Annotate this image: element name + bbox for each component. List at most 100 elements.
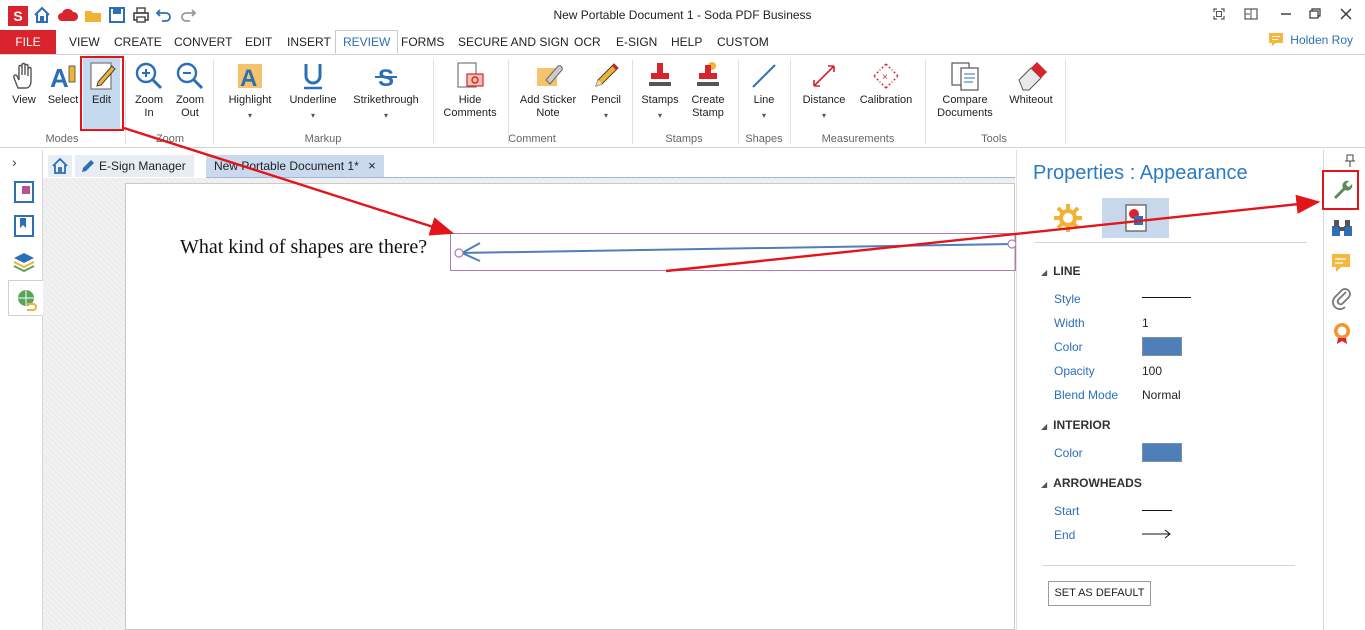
gear-icon[interactable]: [1053, 203, 1083, 233]
open-folder-icon[interactable]: [84, 6, 102, 24]
pin-icon[interactable]: [1344, 154, 1356, 168]
pencil-label: Pencil: [591, 94, 621, 106]
arrowheads-section-header[interactable]: ◢ ARROWHEADS: [1041, 476, 1142, 490]
line-width-value[interactable]: 1: [1142, 316, 1149, 330]
interior-section-header[interactable]: ◢ INTERIOR: [1041, 418, 1111, 432]
tab-insert[interactable]: INSERT: [280, 30, 338, 54]
chevron-down-icon[interactable]: ▾: [744, 109, 784, 122]
user-account[interactable]: Holden Roy: [1268, 31, 1353, 51]
arrow-start-value[interactable]: [1142, 510, 1172, 511]
comments-icon[interactable]: [1330, 251, 1354, 275]
select-mode-button[interactable]: A Select: [44, 58, 82, 128]
tab-edit[interactable]: EDIT: [238, 30, 279, 54]
create-stamp-label-2: Stamp: [692, 107, 724, 119]
group-separator: [925, 60, 926, 144]
chevron-down-icon[interactable]: ▾: [638, 109, 682, 122]
home-tab[interactable]: [48, 155, 72, 177]
attachment-icon[interactable]: [1330, 286, 1354, 310]
line-opacity-value[interactable]: 100: [1142, 364, 1162, 378]
tab-ocr[interactable]: OCR: [567, 30, 608, 54]
line-width-label: Width: [1054, 316, 1085, 330]
strikethrough-button[interactable]: S Strikethrough ▾: [346, 58, 426, 128]
certificate-icon[interactable]: [1330, 321, 1354, 345]
soda-logo-icon[interactable]: S: [8, 6, 28, 26]
line-color-swatch[interactable]: [1142, 337, 1182, 356]
undo-icon[interactable]: [155, 6, 173, 24]
stamp-icon: [649, 63, 671, 86]
wrench-icon[interactable]: [1330, 177, 1354, 201]
set-as-default-button[interactable]: SET AS DEFAULT: [1048, 581, 1151, 606]
tab-help[interactable]: HELP: [664, 30, 709, 54]
whiteout-button[interactable]: Whiteout: [1004, 58, 1058, 128]
home-icon[interactable]: [33, 6, 51, 24]
close-tab-icon[interactable]: ×: [368, 158, 376, 173]
tab-secure-and-sign[interactable]: SECURE AND SIGN: [451, 30, 576, 54]
restore-icon[interactable]: [1305, 5, 1325, 23]
pages-icon[interactable]: [12, 180, 36, 204]
print-icon[interactable]: [132, 6, 150, 24]
compare-documents-button[interactable]: Compare Documents: [932, 58, 998, 128]
compare-documents-icon: [951, 62, 979, 91]
arrow-end-value[interactable]: [1142, 529, 1172, 539]
tab-convert[interactable]: CONVERT: [167, 30, 239, 54]
appearance-icon: [1125, 204, 1147, 232]
layers-icon[interactable]: [12, 249, 36, 273]
layout-icon[interactable]: [1241, 5, 1261, 23]
blend-mode-value[interactable]: Normal: [1142, 388, 1181, 402]
tab-forms[interactable]: FORMS: [394, 30, 451, 54]
links-panel-tab[interactable]: [8, 280, 44, 316]
bookmarks-icon[interactable]: [12, 214, 36, 238]
create-stamp-button[interactable]: Create Stamp: [686, 58, 730, 128]
fullscreen-icon[interactable]: [1209, 5, 1229, 23]
chevron-down-icon[interactable]: ▾: [222, 109, 278, 122]
chevron-down-icon[interactable]: ▾: [284, 109, 342, 122]
chevron-down-icon[interactable]: ▾: [346, 109, 426, 122]
expand-sidebar-icon[interactable]: ›: [12, 154, 17, 170]
tab-current-document[interactable]: New Portable Document 1* ×: [206, 155, 384, 177]
group-separator: [125, 60, 126, 144]
chevron-down-icon[interactable]: ▾: [798, 109, 850, 122]
line-style-value[interactable]: [1142, 297, 1191, 298]
binoculars-icon[interactable]: [1330, 216, 1354, 240]
tab-create[interactable]: CREATE: [107, 30, 169, 54]
zoom-in-button[interactable]: Zoom In: [131, 58, 167, 128]
group-separator: [790, 60, 791, 144]
zoom-out-button[interactable]: Zoom Out: [172, 58, 208, 128]
line-annotation[interactable]: [450, 233, 1016, 271]
pencil-button[interactable]: Pencil ▾: [586, 58, 626, 128]
calibration-button[interactable]: × Calibration: [854, 58, 918, 128]
file-tab[interactable]: FILE: [0, 30, 56, 54]
group-zoom-label: Zoom: [155, 133, 185, 145]
current-document-label: New Portable Document 1*: [214, 159, 359, 173]
zoom-out-icon: [176, 62, 204, 90]
close-icon[interactable]: [1336, 5, 1356, 23]
line-section-label: LINE: [1053, 264, 1081, 278]
view-mode-button[interactable]: View: [6, 58, 42, 128]
line-section-header[interactable]: ◢ LINE: [1041, 264, 1081, 278]
collapse-icon: ◢: [1041, 422, 1048, 431]
calibration-label: Calibration: [859, 94, 913, 106]
tab-esign[interactable]: E-SIGN: [609, 30, 664, 54]
compare-documents-label-2: Documents: [937, 107, 993, 119]
cloud-icon[interactable]: [57, 6, 79, 24]
add-sticker-note-button[interactable]: Add Sticker Note: [514, 58, 582, 128]
highlight-button[interactable]: A Highlight ▾: [222, 58, 278, 128]
tab-esign-manager[interactable]: E-Sign Manager: [75, 155, 194, 177]
minimize-icon[interactable]: [1276, 5, 1296, 23]
underline-button[interactable]: Underline ▾: [284, 58, 342, 128]
redo-icon[interactable]: [179, 6, 197, 24]
appearance-tab[interactable]: [1102, 198, 1169, 238]
tab-review[interactable]: REVIEW: [335, 30, 399, 54]
chevron-down-icon[interactable]: ▾: [586, 109, 626, 122]
save-icon[interactable]: [108, 6, 126, 24]
hide-comments-button[interactable]: Hide Comments: [440, 58, 500, 128]
distance-button[interactable]: Distance ▾: [798, 58, 850, 128]
tab-view[interactable]: VIEW: [62, 30, 107, 54]
line-button[interactable]: Line ▾: [744, 58, 784, 128]
document-text[interactable]: What kind of shapes are there?: [180, 236, 427, 259]
stamps-button[interactable]: Stamps ▾: [638, 58, 682, 128]
tab-custom[interactable]: CUSTOM: [710, 30, 776, 54]
pencil-icon: [595, 63, 619, 87]
arrow-start-label: Start: [1054, 504, 1080, 518]
interior-color-swatch[interactable]: [1142, 443, 1182, 462]
